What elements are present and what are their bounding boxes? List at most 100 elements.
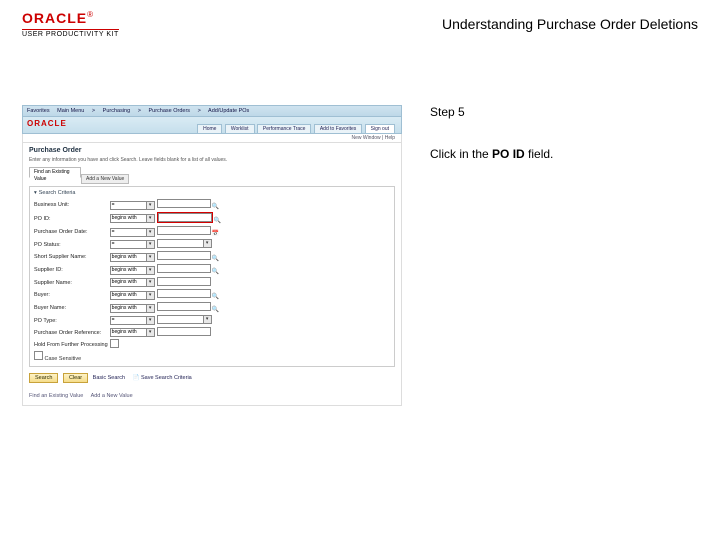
input-buyername[interactable]: [157, 302, 211, 311]
chevron-down-icon: ▾: [146, 317, 154, 324]
breadcrumb: Favorites Main Menu > Purchasing > Purch…: [22, 105, 402, 117]
crumb-item[interactable]: Purchasing: [103, 108, 131, 114]
tab-find-existing[interactable]: Find an Existing Value: [29, 167, 81, 178]
instruction-panel: Step 5 Click in the PO ID field.: [430, 105, 690, 161]
label-buyername: Buyer Name:: [34, 302, 110, 315]
lookup-icon[interactable]: 🔍: [212, 294, 218, 301]
op-supid[interactable]: begins with▾: [110, 266, 155, 275]
input-bu[interactable]: [157, 199, 211, 208]
chevron-down-icon: ▾: [146, 267, 154, 274]
link-perf-trace[interactable]: Performance Trace: [257, 124, 312, 133]
chevron-down-icon: ▾: [146, 329, 154, 336]
panel-header-text: Search Criteria: [39, 190, 76, 196]
op-buyer[interactable]: begins with▾: [110, 291, 155, 300]
label-shortsup: Short Supplier Name:: [34, 251, 110, 264]
chevron-down-icon: ▾: [146, 229, 154, 236]
search-criteria-panel: ▾Search Criteria Business Unit: =▾ 🔍 PO …: [29, 186, 395, 367]
button-row: Search Clear Basic Search 📄 Save Search …: [29, 373, 395, 383]
label-postat: PO Status:: [34, 239, 110, 251]
label-poid: PO ID:: [34, 212, 110, 226]
logo-reg: ®: [87, 10, 93, 19]
footer-links: Find an Existing Value Add a New Value: [29, 393, 395, 399]
op-podate[interactable]: =▾: [110, 228, 155, 237]
logo-subtitle: USER PRODUCTIVITY KIT: [22, 29, 119, 38]
tab-add-new[interactable]: Add a New Value: [81, 174, 129, 184]
input-supid[interactable]: [157, 264, 211, 273]
chevron-down-icon: ▾: [146, 292, 154, 299]
crumb-item[interactable]: Favorites: [27, 108, 50, 114]
input-potype[interactable]: ▾: [157, 315, 212, 324]
crumb-item[interactable]: Main Menu: [57, 108, 84, 114]
component-desc: Enter any information you have and click…: [29, 157, 395, 163]
basic-search-link[interactable]: Basic Search: [93, 375, 125, 381]
foot-find-existing[interactable]: Find an Existing Value: [29, 393, 83, 399]
label-potype: PO Type:: [34, 315, 110, 327]
chevron-down-icon: ▾: [146, 305, 154, 312]
chevron-down-icon: ▾: [146, 241, 154, 248]
input-poid[interactable]: [158, 213, 212, 222]
logo-text: ORACLE: [22, 10, 87, 26]
link-home[interactable]: Home: [197, 124, 222, 133]
collapse-icon[interactable]: ▾: [34, 190, 37, 196]
crumb-item[interactable]: Add/Update POs: [208, 108, 249, 114]
label-supid: Supplier ID:: [34, 264, 110, 277]
input-buyer[interactable]: [157, 289, 211, 298]
op-buyername[interactable]: begins with▾: [110, 304, 155, 313]
input-ref[interactable]: [157, 327, 211, 336]
search-mode-tabs: Find an Existing ValueAdd a New Value: [29, 167, 395, 184]
step-text-post: field.: [525, 147, 554, 161]
clear-button[interactable]: Clear: [63, 373, 88, 383]
lookup-icon[interactable]: 🔍: [212, 256, 218, 263]
op-ref[interactable]: begins with▾: [110, 328, 155, 337]
op-supname[interactable]: begins with▾: [110, 278, 155, 287]
page-header: ORACLE® USER PRODUCTIVITY KIT Understand…: [22, 10, 698, 48]
lookup-icon[interactable]: 🔍: [214, 218, 220, 225]
link-add-fav[interactable]: Add to Favorites: [314, 124, 362, 133]
input-shortsup[interactable]: [157, 251, 211, 260]
poid-highlight: [157, 212, 213, 223]
search-button[interactable]: Search: [29, 373, 58, 383]
label-hold: Hold From Further Processing: [34, 339, 110, 351]
foot-add-new[interactable]: Add a New Value: [91, 393, 133, 399]
lookup-icon[interactable]: 🔍: [212, 307, 218, 314]
chevron-down-icon: ▾: [146, 279, 154, 286]
sub-bar: New Window | Help: [22, 134, 402, 143]
oracle-upk-logo: ORACLE® USER PRODUCTIVITY KIT: [22, 10, 119, 38]
input-podate[interactable]: [157, 226, 211, 235]
input-supname[interactable]: [157, 277, 211, 286]
panel-header: ▾Search Criteria: [34, 190, 390, 196]
input-postat[interactable]: ▾: [157, 239, 212, 248]
label-bu: Business Unit:: [34, 199, 110, 212]
criteria-form: Business Unit: =▾ 🔍 PO ID: begins with▾ …: [34, 199, 222, 363]
content-area: Purchase Order Enter any information you…: [22, 143, 402, 406]
link-worklist[interactable]: Worklist: [225, 124, 255, 133]
page-title: Understanding Purchase Order Deletions: [442, 16, 698, 32]
op-poid[interactable]: begins with▾: [110, 214, 155, 223]
label-cs: Case Sensitive: [45, 356, 82, 362]
step-text: Click in the PO ID field.: [430, 147, 690, 161]
op-shortsup[interactable]: begins with▾: [110, 253, 155, 262]
label-podate: Purchase Order Date:: [34, 226, 110, 239]
crumb-item[interactable]: Purchase Orders: [148, 108, 190, 114]
chevron-down-icon: ▾: [146, 202, 154, 209]
chevron-down-icon: ▾: [146, 254, 154, 261]
step-text-pre: Click in the: [430, 147, 492, 161]
oracle-logo-small: ORACLE: [27, 119, 67, 128]
global-links: Home Worklist Performance Trace Add to F…: [196, 124, 395, 133]
component-heading: Purchase Order: [29, 147, 395, 154]
lookup-icon[interactable]: 🔍: [212, 269, 218, 276]
checkbox-case-sensitive[interactable]: [34, 351, 43, 360]
calendar-icon[interactable]: 📅: [212, 231, 218, 238]
save-search-link[interactable]: 📄 Save Search Criteria: [133, 375, 192, 381]
label-ref: Purchase Order Reference:: [34, 327, 110, 339]
label-supname: Supplier Name:: [34, 277, 110, 289]
oracle-bar: ORACLE Home Worklist Performance Trace A…: [22, 117, 402, 134]
step-label: Step 5: [430, 105, 690, 119]
op-potype[interactable]: =▾: [110, 316, 155, 325]
link-signout[interactable]: Sign out: [365, 124, 395, 133]
op-postat[interactable]: =▾: [110, 240, 155, 249]
lookup-icon[interactable]: 🔍: [212, 204, 218, 211]
op-bu[interactable]: =▾: [110, 201, 155, 210]
chevron-down-icon: ▾: [203, 240, 211, 247]
checkbox-hold[interactable]: [110, 339, 119, 348]
